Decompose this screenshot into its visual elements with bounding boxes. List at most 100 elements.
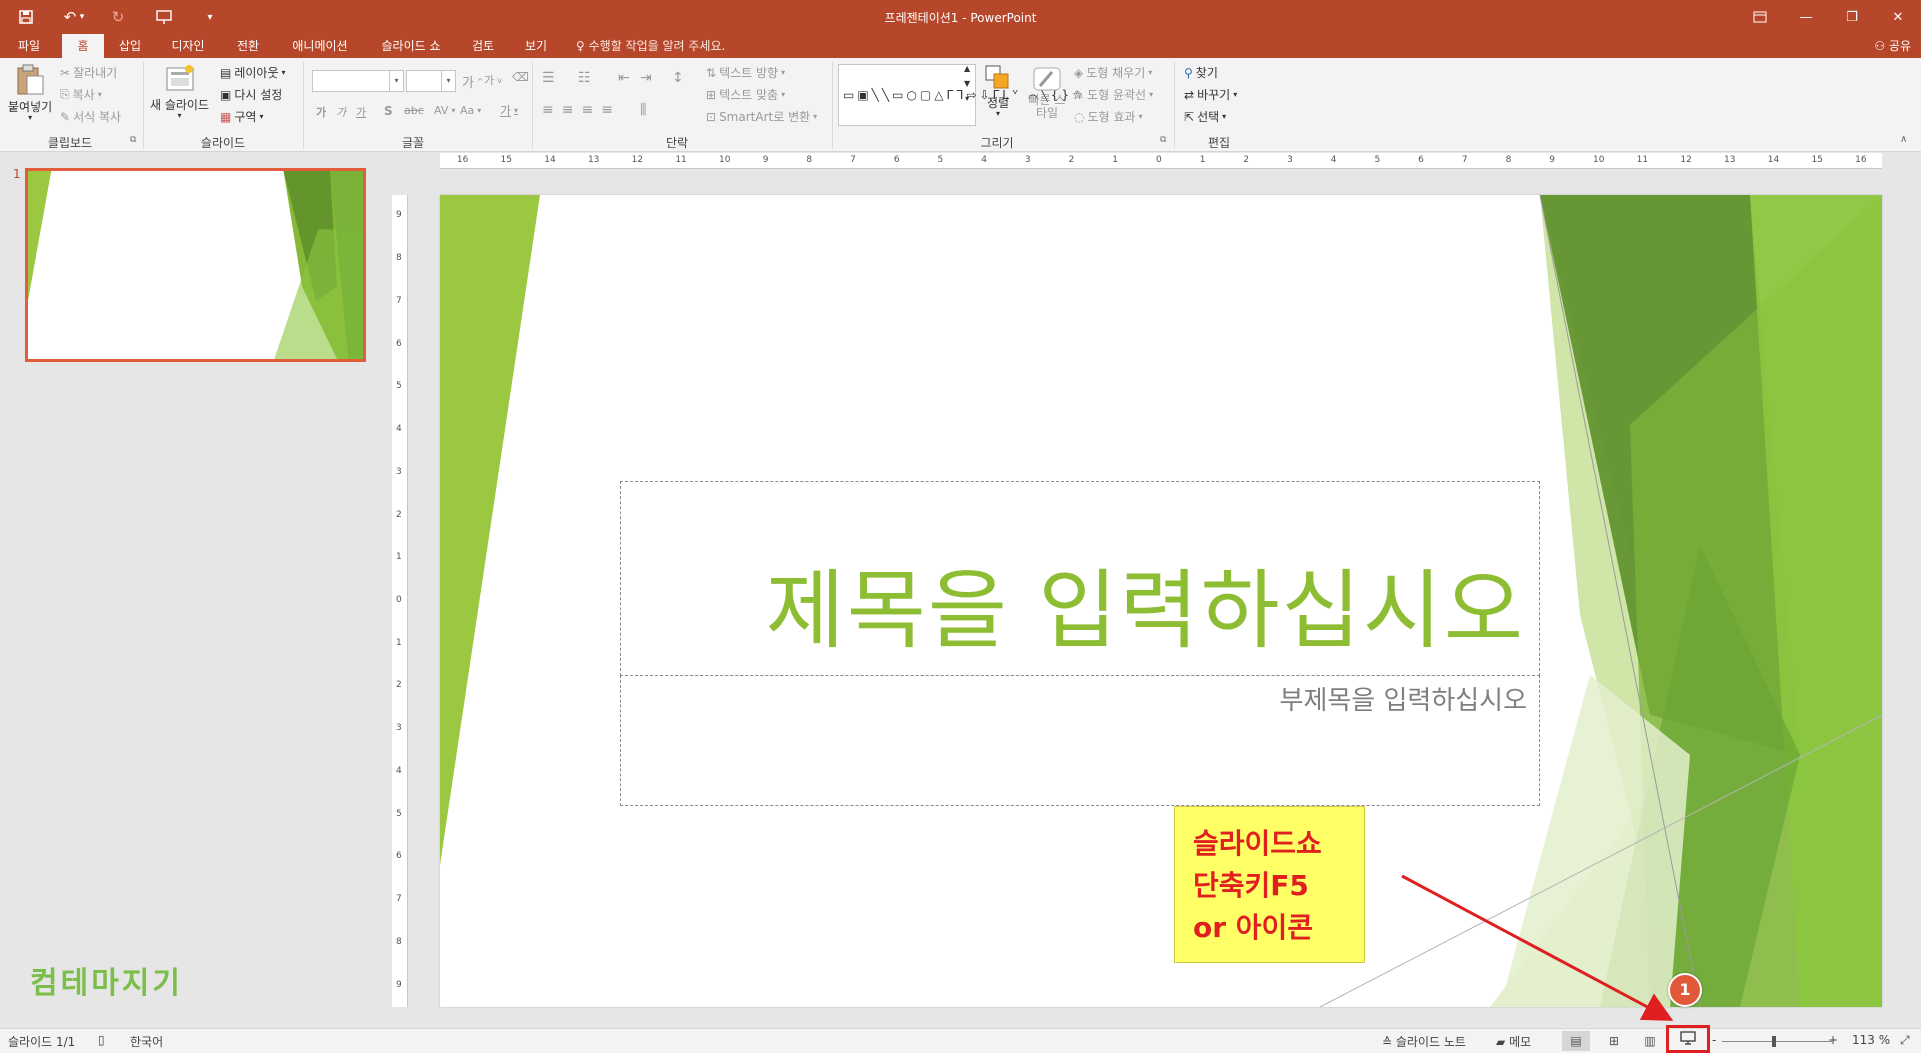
ruler-tick-label: 4 bbox=[1330, 155, 1337, 165]
normal-view-icon[interactable]: ▤ bbox=[1562, 1031, 1590, 1051]
collapse-ribbon-icon[interactable]: ∧ bbox=[1900, 134, 1907, 145]
zoom-slider[interactable] bbox=[1722, 1036, 1832, 1047]
ruler-tick-label: 2 bbox=[1068, 155, 1075, 165]
smartart-icon: ⊡ bbox=[706, 109, 717, 124]
notes-button[interactable]: ≙ 슬라이드 노트 bbox=[1382, 1033, 1466, 1050]
ruler-tick-label: 1 bbox=[1199, 155, 1206, 165]
quick-styles-button[interactable]: 빠른 스타일 bbox=[1026, 66, 1068, 120]
dialog-launcher-icon[interactable]: ⧉ bbox=[130, 135, 136, 145]
zoom-slider-thumb[interactable] bbox=[1771, 1036, 1776, 1047]
tab-animations[interactable]: 애니메이션 bbox=[280, 34, 360, 58]
font-name-combo[interactable]: ▾ bbox=[312, 70, 404, 92]
tab-view[interactable]: 보기 bbox=[514, 34, 558, 58]
paste-button[interactable]: 붙여넣기 ▾ bbox=[8, 64, 52, 122]
chevron-down-icon: ▾ bbox=[281, 68, 286, 77]
chevron-down-icon: ▾ bbox=[97, 90, 102, 99]
tab-home[interactable]: 홈 bbox=[62, 34, 104, 58]
replace-button[interactable]: ⇄ 바꾸기 ▾ bbox=[1184, 86, 1237, 103]
strikethrough-button[interactable]: abc bbox=[404, 104, 424, 117]
share-button[interactable]: ⚇ 공유 bbox=[1874, 34, 1911, 58]
italic-button[interactable]: 가 bbox=[336, 104, 346, 120]
increase-indent-icon[interactable]: ⇥ bbox=[640, 70, 652, 86]
paste-dropdown-icon: ▾ bbox=[28, 113, 33, 122]
zoom-out-button[interactable]: - bbox=[1712, 1033, 1716, 1047]
font-color-button[interactable]: 가 ▾ bbox=[500, 102, 518, 119]
tab-insert[interactable]: 삽입 bbox=[110, 34, 150, 58]
find-button[interactable]: ⚲ 찾기 bbox=[1184, 64, 1218, 81]
font-size-combo[interactable]: ▾ bbox=[406, 70, 456, 92]
arrange-button[interactable]: 정렬 ▾ bbox=[984, 64, 1012, 118]
text-direction-button[interactable]: ⇅ 텍스트 방향 ▾ bbox=[706, 64, 785, 81]
spellcheck-icon[interactable]: ▯ bbox=[98, 1033, 105, 1047]
tab-review[interactable]: 검토 bbox=[462, 34, 504, 58]
title-placeholder[interactable]: 제목을 입력하십시오 bbox=[620, 481, 1540, 676]
subtitle-placeholder[interactable]: 부제목을 입력하십시오 bbox=[620, 675, 1540, 806]
zoom-in-button[interactable]: + bbox=[1828, 1033, 1838, 1047]
copy-icon: ⎘ bbox=[60, 87, 70, 101]
grow-font-button[interactable]: 가 ^ bbox=[462, 72, 484, 91]
cut-button[interactable]: ✂ 잘라내기 bbox=[60, 64, 117, 81]
shapes-gallery[interactable]: ▭▣╲╲▭○▢△ᒥᒣ⇨⇩ᒥᒪᘁ ⌒╲{}☆ bbox=[838, 64, 1083, 126]
slide-canvas[interactable]: 제목을 입력하십시오 부제목을 입력하십시오 bbox=[440, 195, 1882, 1007]
new-slide-button[interactable]: 새 슬라이드 ▾ bbox=[150, 64, 209, 120]
shape-fill-button[interactable]: ◈ 도형 채우기 ▾ bbox=[1074, 64, 1152, 81]
restore-icon[interactable]: ❐ bbox=[1829, 0, 1875, 34]
line-spacing-icon[interactable]: ↕ bbox=[672, 70, 684, 86]
reading-view-icon[interactable]: ▥ bbox=[1636, 1031, 1664, 1051]
align-icons[interactable]: ≡≡≡≡ bbox=[542, 102, 621, 118]
chevron-down-icon: ▾ bbox=[451, 106, 456, 115]
subtitle-placeholder-text: 부제목을 입력하십시오 bbox=[1279, 686, 1527, 716]
tab-design[interactable]: 디자인 bbox=[160, 34, 216, 58]
close-icon[interactable]: ✕ bbox=[1875, 0, 1921, 34]
tell-me-box[interactable]: ♀ 수행할 작업을 알려 주세요. bbox=[576, 34, 725, 58]
ruler-tick-label: 4 bbox=[396, 765, 402, 776]
thumbnail-number: 1 bbox=[13, 167, 21, 181]
slide-thumbnail[interactable] bbox=[25, 168, 366, 362]
underline-button[interactable]: 가 bbox=[356, 104, 366, 120]
select-button[interactable]: ⇱ 선택 ▾ bbox=[1184, 108, 1226, 125]
copy-label: 복사 bbox=[72, 88, 95, 102]
layout-button[interactable]: ▤ 레이아웃 ▾ bbox=[220, 64, 286, 81]
chevron-down-icon: ▾ bbox=[1233, 90, 1238, 99]
dialog-launcher-icon[interactable]: ⧉ bbox=[1160, 135, 1166, 145]
person-icon: ⚇ bbox=[1874, 39, 1886, 53]
language-indicator[interactable]: 한국어 bbox=[130, 1033, 163, 1050]
tab-slideshow[interactable]: 슬라이드 쇼 bbox=[370, 34, 452, 58]
clear-format-icon[interactable]: ⌫ bbox=[512, 70, 529, 84]
ruler-tick-label: 9 bbox=[762, 155, 769, 165]
chevron-down-icon: ▾ bbox=[514, 106, 519, 115]
smartart-button[interactable]: ⊡ SmartArt로 변환 ▾ bbox=[706, 108, 817, 125]
shape-effects-button[interactable]: ◌ 도형 효과 ▾ bbox=[1074, 108, 1142, 125]
ruler-tick-label: 11 bbox=[675, 155, 687, 165]
copy-button[interactable]: ⎘ 복사 ▾ bbox=[60, 86, 102, 103]
shape-outline-button[interactable]: ✎ 도형 윤곽선 ▾ bbox=[1074, 86, 1153, 103]
shrink-font-button[interactable]: 가v bbox=[484, 72, 502, 88]
reset-button[interactable]: ▣ 다시 설정 bbox=[220, 86, 282, 103]
tab-file[interactable]: 파일 bbox=[6, 34, 52, 58]
columns-icon[interactable]: ⫼ bbox=[640, 102, 646, 118]
zoom-level[interactable]: 113 % bbox=[1852, 1033, 1890, 1047]
ruler-tick-label: 1 bbox=[1112, 155, 1119, 165]
numbering-icon[interactable]: ☷ bbox=[578, 70, 591, 86]
minimize-icon[interactable]: — bbox=[1783, 0, 1829, 34]
bold-button[interactable]: 가 bbox=[316, 104, 326, 120]
align-text-label: 텍스트 맞춤 bbox=[719, 88, 779, 102]
bullets-icon[interactable]: ☰ bbox=[542, 70, 555, 86]
gallery-scroll-icon[interactable]: ▲ ▼ ▾ bbox=[964, 64, 970, 103]
chevron-down-icon: ▾ bbox=[177, 111, 182, 120]
slide-sorter-icon[interactable]: ⊞ bbox=[1600, 1031, 1628, 1051]
shadow-button[interactable]: S bbox=[384, 104, 393, 118]
tab-transitions[interactable]: 전환 bbox=[226, 34, 270, 58]
decrease-indent-icon[interactable]: ⇤ bbox=[618, 70, 630, 86]
pencil-icon: ✎ bbox=[1074, 87, 1085, 102]
section-button[interactable]: ▦ 구역 ▾ bbox=[220, 108, 263, 125]
comments-button[interactable]: ▰ 메모 bbox=[1496, 1033, 1531, 1050]
font-color-label: 가 bbox=[500, 104, 512, 118]
ribbon-display-icon[interactable] bbox=[1737, 0, 1783, 34]
fit-to-window-icon[interactable]: ⤢ bbox=[1900, 1033, 1910, 1048]
align-text-button[interactable]: ⊞ 텍스트 맞춤 ▾ bbox=[706, 86, 785, 103]
format-painter-button[interactable]: ✎ 서식 복사 bbox=[60, 108, 121, 125]
drawing-group-label: 그리기 bbox=[980, 136, 1014, 150]
char-spacing-button[interactable]: AV ▾ bbox=[434, 104, 455, 117]
change-case-button[interactable]: Aa ▾ bbox=[460, 104, 481, 117]
